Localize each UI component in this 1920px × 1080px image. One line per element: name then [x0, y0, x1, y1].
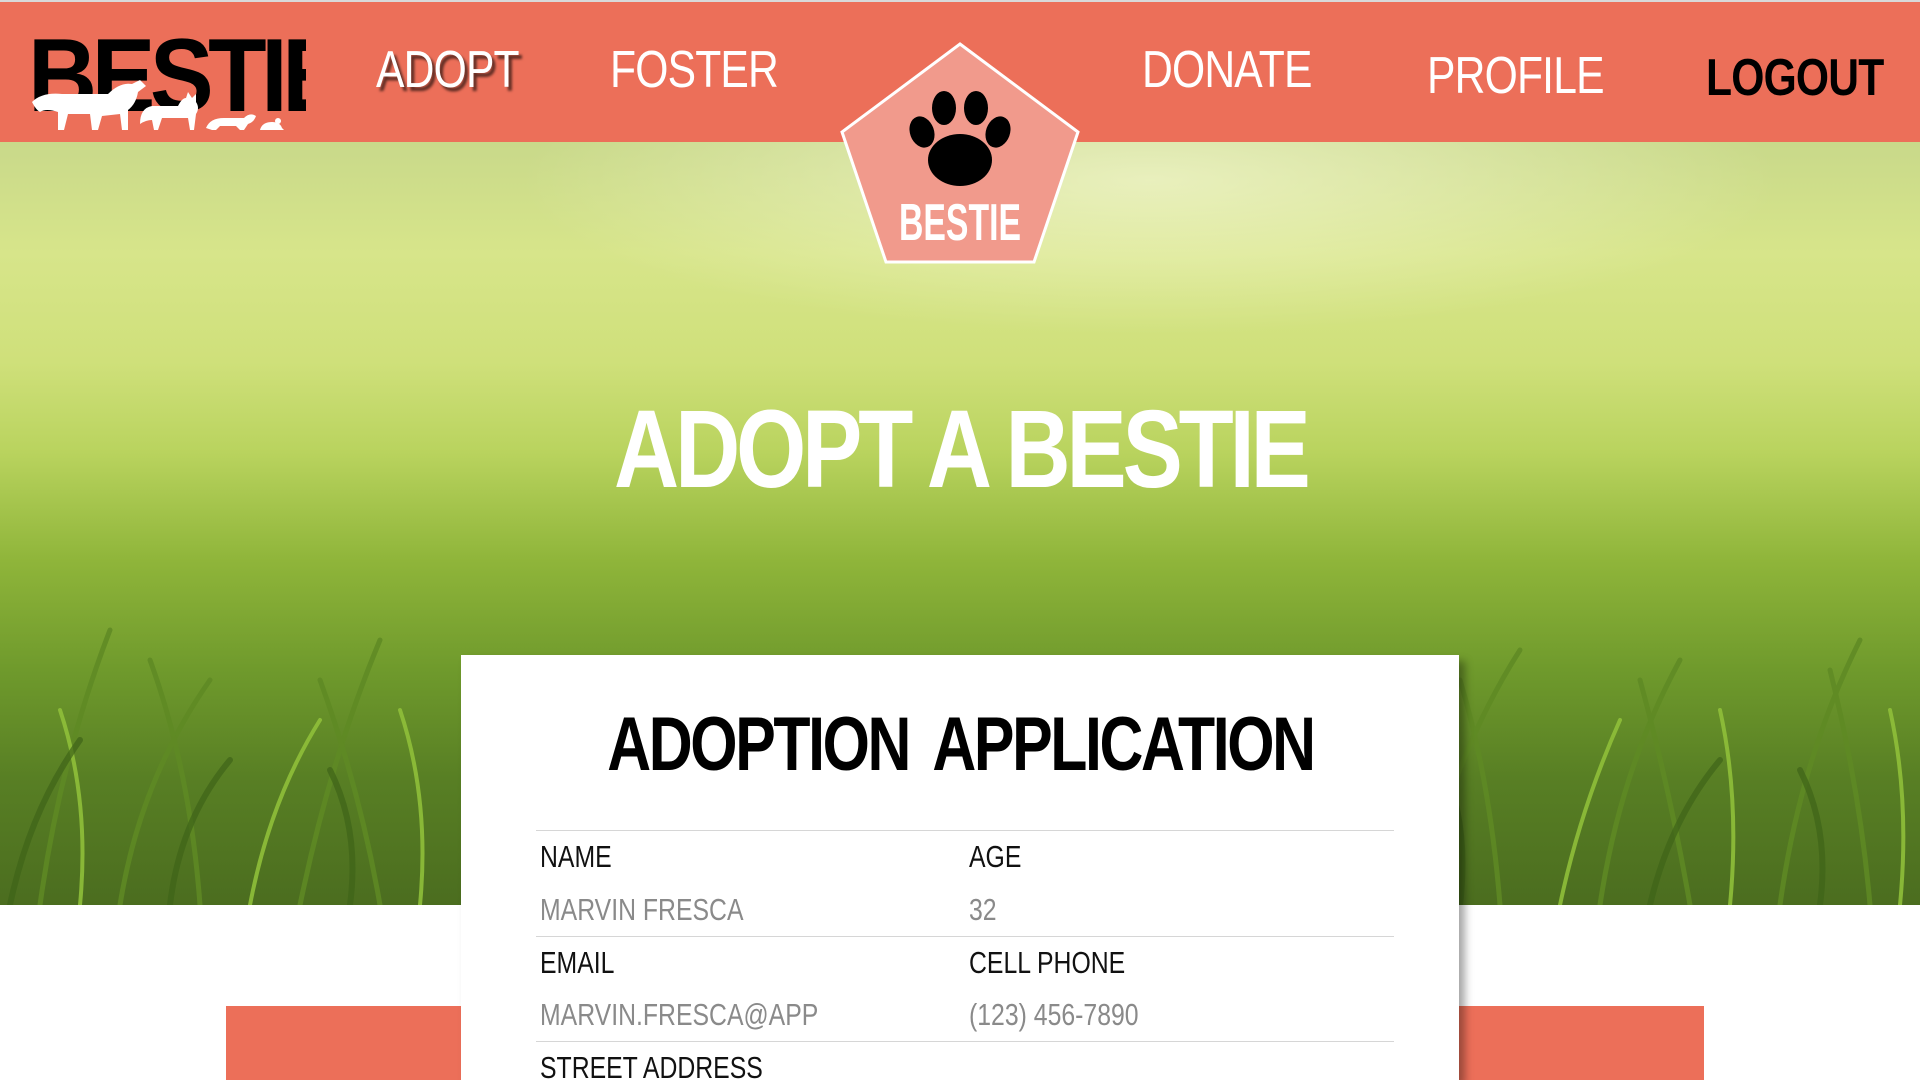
hero-title-text: ADOPT A BESTIE [613, 388, 1311, 511]
nav-adopt-link[interactable]: ADOPT [376, 44, 520, 96]
email-field[interactable]: MARVIN.FRESCA@APP [540, 999, 818, 1030]
street-address-label: STREET ADDRESS [540, 1050, 763, 1080]
email-label: EMAIL [540, 945, 615, 980]
form-title-text: ADOPTION APPLICATION [606, 702, 1316, 787]
form-title: ADOPTION APPLICATION [461, 707, 1459, 783]
hero-title: ADOPT A BESTIE [0, 395, 1920, 505]
bestie-paw-badge[interactable]: BESTIE [838, 40, 1082, 266]
form-divider [536, 936, 1394, 937]
logout-link[interactable]: LOGOUT [1706, 52, 1884, 104]
nav-donate-link[interactable]: DONATE [1142, 44, 1312, 96]
form-divider [536, 830, 1394, 831]
badge-label: BESTIE [899, 194, 1021, 252]
nav-profile-link[interactable]: PROFILE [1427, 50, 1605, 102]
age-label: AGE [969, 839, 1022, 874]
adoption-application-form: ADOPTION APPLICATION NAME AGE MARVIN FRE… [461, 655, 1459, 1080]
nav-foster-link[interactable]: FOSTER [610, 44, 779, 96]
cell-phone-label: CELL PHONE [969, 945, 1126, 980]
age-field[interactable]: 32 [969, 894, 997, 925]
animal-silhouettes-icon [32, 80, 284, 130]
name-label: NAME [540, 839, 612, 874]
name-field[interactable]: MARVIN FRESCA [540, 894, 743, 925]
bestie-logo[interactable]: BESTIE [28, 30, 306, 130]
form-divider [536, 1041, 1394, 1042]
cell-phone-field[interactable]: (123) 456-7890 [969, 999, 1139, 1030]
